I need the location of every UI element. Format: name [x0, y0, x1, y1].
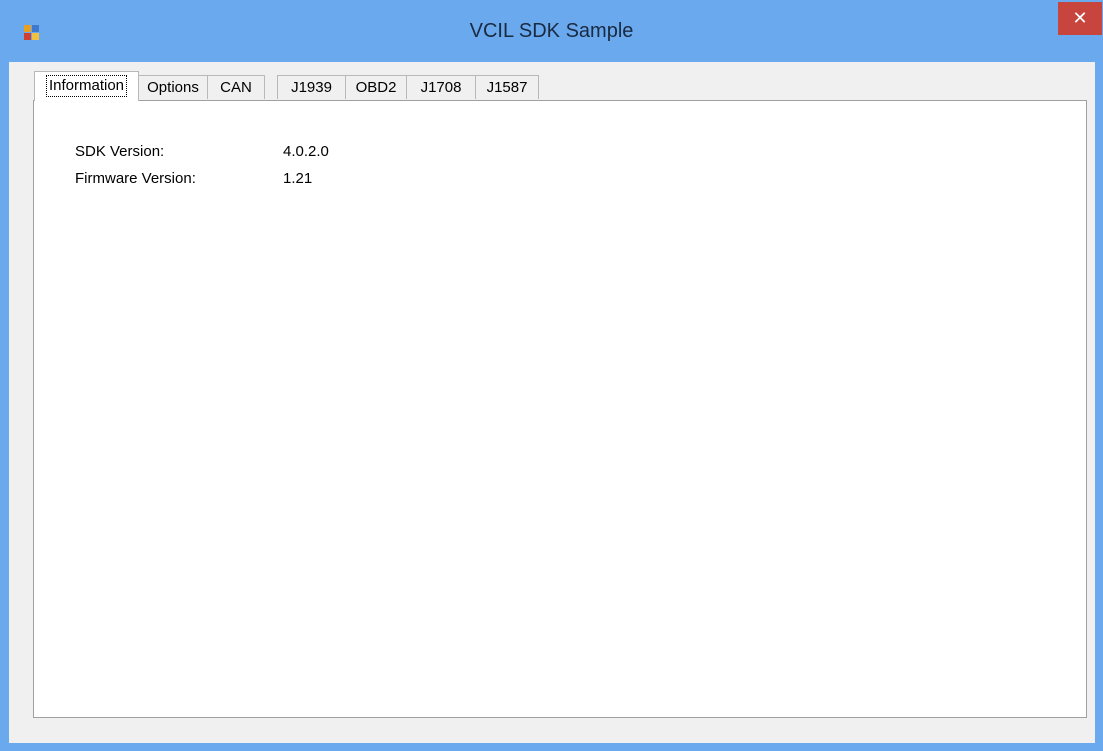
tab-can[interactable]: CAN [207, 75, 265, 99]
tab-label: CAN [220, 79, 252, 96]
close-icon: ✕ [1072, 8, 1088, 28]
firmware-version-value: 1.21 [283, 170, 313, 187]
tab-label: J1939 [291, 79, 332, 96]
app-window: VCIL SDK Sample ✕ Information Options CA… [0, 0, 1103, 751]
tab-j1587[interactable]: J1587 [475, 75, 539, 99]
tab-j1708[interactable]: J1708 [406, 75, 476, 99]
tab-information[interactable]: Information [34, 71, 139, 101]
sdk-version-label: SDK Version: [75, 143, 165, 160]
close-button[interactable]: ✕ [1058, 2, 1102, 35]
window-title: VCIL SDK Sample [469, 20, 634, 42]
tab-label: Options [147, 79, 199, 96]
title-bar[interactable]: VCIL SDK Sample ✕ [0, 0, 1103, 62]
tab-label: Information [45, 75, 128, 97]
tab-j1939[interactable]: J1939 [277, 75, 346, 99]
tab-strip: Information Options CAN J1939 OBD2 J1708… [9, 62, 1095, 102]
firmware-version-label: Firmware Version: [75, 170, 196, 187]
tab-options[interactable]: Options [138, 75, 208, 99]
client-area: Information Options CAN J1939 OBD2 J1708… [9, 62, 1095, 743]
tab-label: J1708 [420, 79, 462, 96]
tab-label: J1587 [486, 79, 528, 96]
information-panel: SDK Version: 4.0.2.0 Firmware Version: 1… [33, 100, 1087, 718]
sdk-version-value: 4.0.2.0 [283, 143, 329, 160]
tab-label: OBD2 [355, 79, 397, 96]
tab-obd2[interactable]: OBD2 [345, 75, 407, 99]
